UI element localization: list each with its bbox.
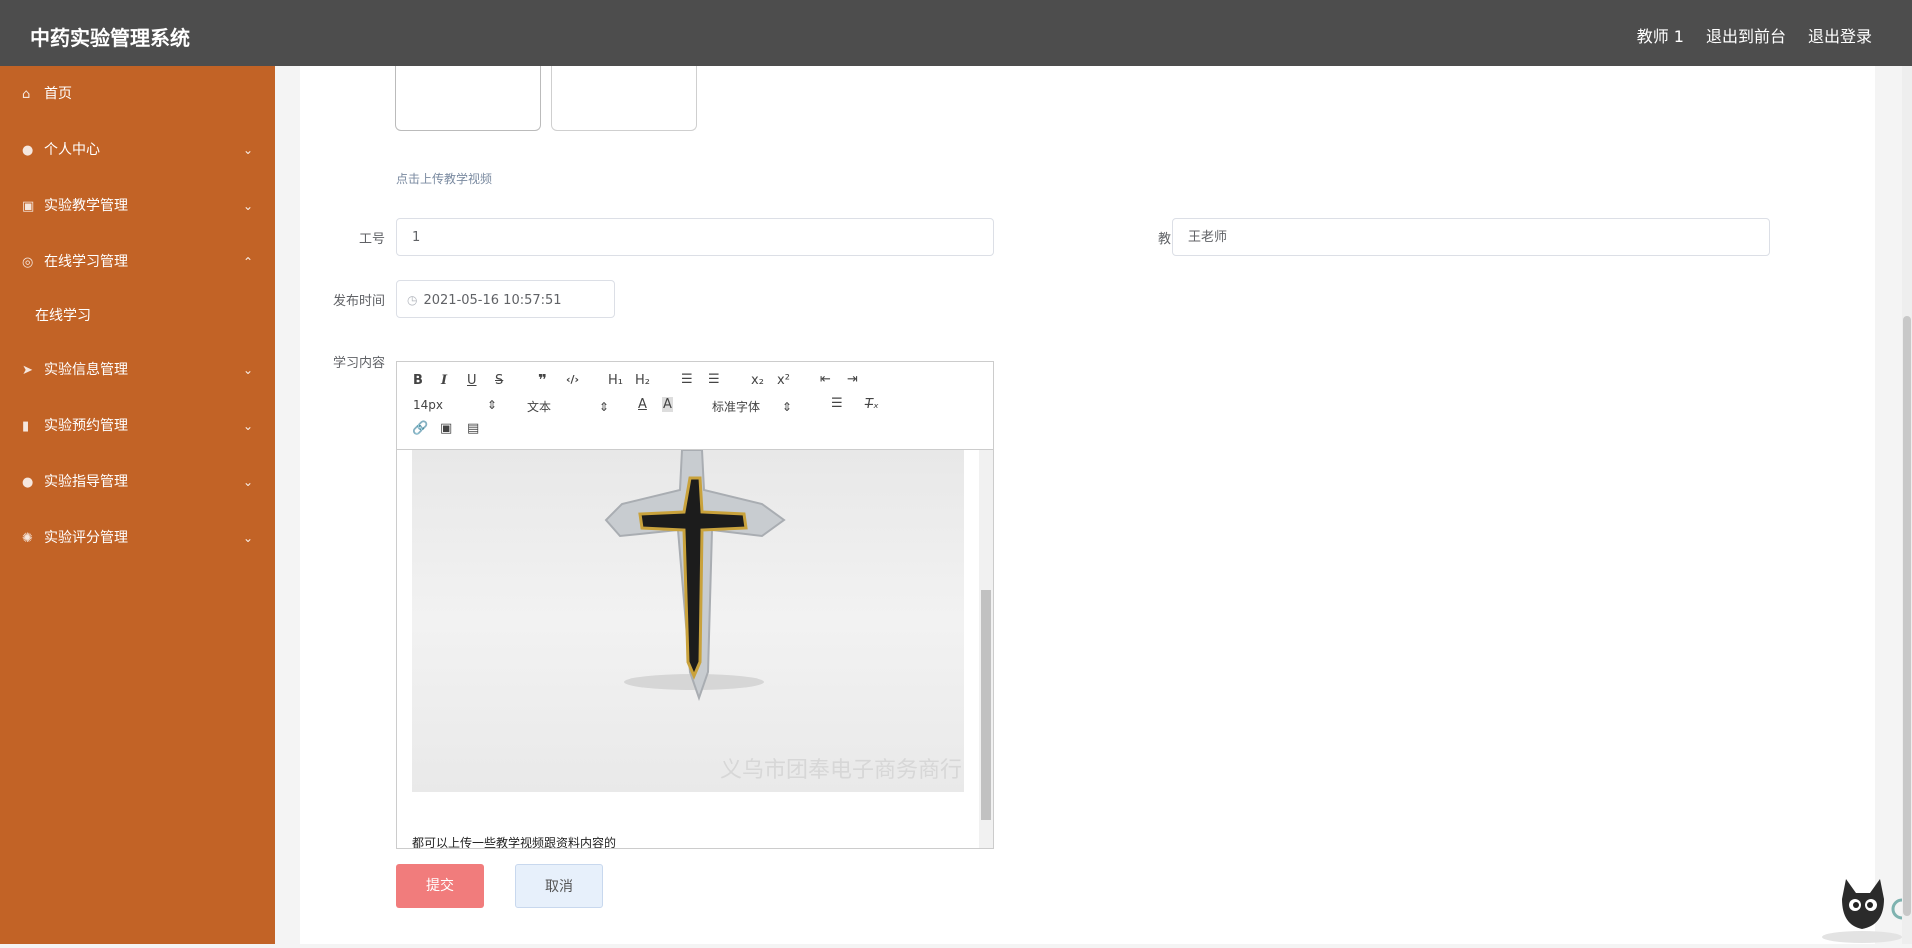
video-icon[interactable]: ▤ bbox=[467, 421, 479, 436]
editor-content[interactable]: 义乌市团奉电子商务商行 都可以上传一些教学视频跟资料内容的 bbox=[397, 450, 993, 848]
rich-text-editor: B I U S ❞ ‹/› H₁ H₂ ☰ ☰ x₂ x² ⇤ ⇥ 14px ⇕… bbox=[396, 361, 994, 849]
link-icon[interactable]: 🔗 bbox=[412, 421, 428, 436]
sidebar-item-label: 实验评分管理 bbox=[44, 530, 128, 546]
submit-button[interactable]: 提交 bbox=[396, 864, 484, 908]
employee-no-input[interactable]: 1 bbox=[396, 218, 994, 256]
chevron-down-icon: ⌄ bbox=[242, 419, 253, 433]
sidebar-item-label: 实验指导管理 bbox=[44, 474, 128, 490]
sidebar-item-label: 实验信息管理 bbox=[44, 362, 128, 378]
italic-icon[interactable]: I bbox=[441, 373, 447, 388]
mascot-decoration bbox=[1812, 869, 1912, 944]
sidebar-item-label: 个人中心 bbox=[44, 142, 100, 158]
editor-text-line: 都可以上传一些教学视频跟资料内容的 bbox=[412, 836, 617, 848]
upload-hint[interactable]: 点击上传教学视频 bbox=[396, 170, 492, 187]
publish-time-value: 2021-05-16 10:57:51 bbox=[423, 293, 562, 308]
bold-icon[interactable]: B bbox=[413, 373, 423, 388]
sidebar: ⌂ 首页 ● 个人中心 ⌄ ▣ 实验教学管理 ⌄ ◎ 在线学习管理 ⌃ 在线学习 ➤ 实验… bbox=[0, 66, 275, 944]
code-icon[interactable]: ‹/› bbox=[566, 373, 579, 386]
ordered-list-icon[interactable]: ☰ bbox=[681, 372, 693, 387]
current-user[interactable]: 教师 1 bbox=[1637, 23, 1684, 47]
content-label: 学习内容 bbox=[332, 356, 385, 371]
chevron-down-icon: ⌄ bbox=[242, 199, 253, 213]
blockquote-icon[interactable]: ❞ bbox=[538, 371, 547, 389]
select-arrows-icon: ⇕ bbox=[781, 400, 792, 414]
sidebar-item-scoring[interactable]: ✺ 实验评分管理 ⌄ bbox=[0, 510, 275, 566]
editor-toolbar: B I U S ❞ ‹/› H₁ H₂ ☰ ☰ x₂ x² ⇤ ⇥ 14px ⇕… bbox=[397, 362, 993, 450]
font-size-value: 14px bbox=[413, 398, 443, 412]
sidebar-subitem-online-learning[interactable]: 在线学习 bbox=[0, 290, 275, 342]
font-family-value: 标准字体 bbox=[712, 400, 761, 414]
teacher-name-input[interactable]: 王老师 bbox=[1172, 218, 1770, 256]
globe-icon: ◎ bbox=[22, 255, 34, 270]
editor-scrollbar[interactable] bbox=[979, 450, 993, 848]
subscript-icon[interactable]: x₂ bbox=[751, 373, 764, 388]
underline-icon[interactable]: U bbox=[467, 373, 477, 388]
form-panel: 点击上传教学视频 工号 1 教师姓名 王老师 发布时间 ◷2021-05-16 … bbox=[300, 66, 1875, 944]
header-select[interactable]: 文本 ⇕ bbox=[527, 398, 609, 415]
chevron-down-icon: ⌄ bbox=[242, 363, 253, 377]
cross-pendant-graphic bbox=[604, 450, 786, 702]
page-scroll-thumb[interactable] bbox=[1903, 316, 1911, 916]
logout-link[interactable]: 退出登录 bbox=[1808, 23, 1872, 47]
sidebar-item-personal-center[interactable]: ● 个人中心 ⌄ bbox=[0, 122, 275, 178]
user-icon: ● bbox=[22, 143, 34, 158]
clear-format-icon[interactable]: T̶ₓ bbox=[865, 397, 879, 412]
exit-to-front-link[interactable]: 退出到前台 bbox=[1706, 23, 1786, 47]
strikethrough-icon[interactable]: S bbox=[495, 373, 503, 388]
main-area: 点击上传教学视频 工号 1 教师姓名 王老师 发布时间 ◷2021-05-16 … bbox=[275, 66, 1912, 944]
select-arrows-icon: ⇕ bbox=[598, 400, 609, 414]
cancel-button[interactable]: 取消 bbox=[515, 864, 603, 908]
chevron-down-icon: ⌄ bbox=[242, 531, 253, 545]
cross-pendant-image: 义乌市团奉电子商务商行 bbox=[412, 450, 964, 792]
sidebar-item-reservation[interactable]: ▮ 实验预约管理 ⌄ bbox=[0, 398, 275, 454]
chevron-up-icon: ⌃ bbox=[242, 255, 253, 269]
chevron-down-icon: ⌄ bbox=[242, 475, 253, 489]
aperture-icon: ✺ bbox=[22, 531, 33, 546]
clock-icon: ◷ bbox=[407, 293, 418, 307]
image-watermark: 义乌市团奉电子商务商行 bbox=[719, 758, 962, 783]
page-scrollbar[interactable] bbox=[1902, 66, 1912, 944]
image-icon[interactable]: ▣ bbox=[440, 421, 452, 436]
video-upload-box[interactable] bbox=[551, 66, 697, 131]
sidebar-item-guidance[interactable]: ● 实验指导管理 ⌄ bbox=[0, 454, 275, 510]
superscript-icon[interactable]: x² bbox=[777, 373, 790, 388]
header-select-value: 文本 bbox=[527, 400, 552, 414]
top-bar: 中药实验管理系统 教师 1 退出到前台 退出登录 bbox=[0, 0, 1912, 66]
editor-scroll-thumb[interactable] bbox=[981, 590, 991, 820]
h1-icon[interactable]: H₁ bbox=[608, 373, 623, 388]
chevron-down-icon: ⌄ bbox=[242, 143, 253, 157]
video-thumbnail[interactable] bbox=[395, 66, 541, 131]
employee-no-label: 工号 bbox=[358, 232, 385, 247]
person-icon: ● bbox=[22, 475, 34, 490]
sidebar-item-label: 实验预约管理 bbox=[44, 418, 128, 434]
header-actions: 教师 1 退出到前台 退出登录 bbox=[1637, 23, 1872, 47]
outdent-icon[interactable]: ⇤ bbox=[820, 372, 831, 387]
sidebar-item-label: 在线学习管理 bbox=[44, 254, 128, 270]
send-icon: ➤ bbox=[22, 363, 33, 378]
font-size-select[interactable]: 14px ⇕ bbox=[413, 398, 497, 412]
sidebar-item-label: 首页 bbox=[44, 86, 72, 102]
select-arrows-icon: ⇕ bbox=[486, 398, 497, 412]
sidebar-item-label: 实验教学管理 bbox=[44, 198, 128, 214]
sidebar-item-teaching[interactable]: ▣ 实验教学管理 ⌄ bbox=[0, 178, 275, 234]
publish-time-picker[interactable]: ◷ 2021-05-16 10:57:51 bbox=[396, 280, 615, 318]
font-family-select[interactable]: 标准字体 ⇕ bbox=[712, 398, 792, 415]
sidebar-item-experiment-info[interactable]: ➤ 实验信息管理 ⌄ bbox=[0, 342, 275, 398]
bar-chart-icon: ▮ bbox=[22, 419, 30, 434]
home-icon: ⌂ bbox=[22, 87, 31, 102]
clipboard-icon: ▣ bbox=[22, 199, 35, 214]
h2-icon[interactable]: H₂ bbox=[635, 373, 650, 388]
indent-icon[interactable]: ⇥ bbox=[847, 372, 858, 387]
sidebar-item-home[interactable]: ⌂ 首页 bbox=[0, 66, 275, 122]
background-color-icon[interactable]: A bbox=[662, 397, 673, 412]
font-color-icon[interactable]: A bbox=[638, 397, 647, 412]
publish-time-label: 发布时间 bbox=[332, 294, 385, 309]
sidebar-item-online-learning[interactable]: ◎ 在线学习管理 ⌃ bbox=[0, 234, 275, 290]
align-icon[interactable]: ☰ bbox=[831, 396, 843, 411]
bullet-list-icon[interactable]: ☰ bbox=[708, 372, 720, 387]
app-title: 中药实验管理系统 bbox=[30, 26, 190, 50]
